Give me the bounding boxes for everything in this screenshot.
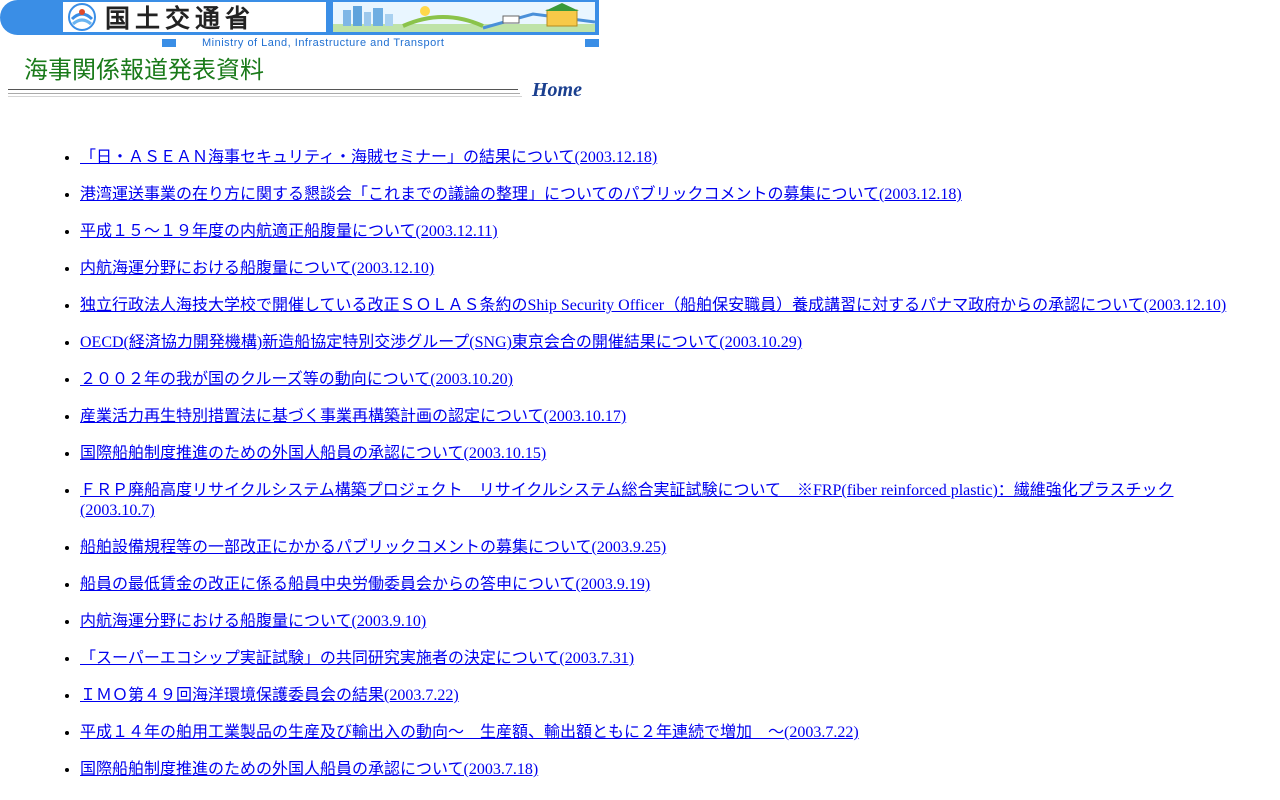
press-release-item: 船舶設備規程等の一部改正にかかるパブリックコメントの募集について(2003.9.… <box>80 538 1240 558</box>
title-rule-mid <box>8 93 520 94</box>
press-release-link[interactable]: 国際船舶制度推進のための外国人船員の承認について(2003.7.18) <box>80 761 538 778</box>
press-release-item: ＩＭＯ第４９回海洋環境保護委員会の結果(2003.7.22) <box>80 686 1240 706</box>
press-release-link[interactable]: 港湾運送事業の在り方に関する懇談会「これまでの議論の整理」についてのパブリックコ… <box>80 186 962 203</box>
press-release-item: 産業活力再生特別措置法に基づく事業再構築計画の認定について(2003.10.17… <box>80 407 1240 427</box>
press-release-item: 独立行政法人海技大学校で開催している改正ＳＯＬＡＳ条約のShip Securit… <box>80 296 1240 316</box>
ministry-english-name: Ministry of Land, Infrastructure and Tra… <box>202 37 445 49</box>
press-release-item: ２００２年の我が国のクルーズ等の動向について(2003.10.20) <box>80 370 1240 390</box>
press-release-item: OECD(経済協力開発機構)新造船協定特別交渉グループ(SNG)東京会合の開催結… <box>80 333 1240 353</box>
press-release-link[interactable]: 国際船舶制度推進のための外国人船員の承認について(2003.10.15) <box>80 445 546 462</box>
press-release-link[interactable]: 平成１４年の舶用工業製品の生産及び輸出入の動向～ 生産額、輸出額ともに２年連続で… <box>80 724 859 741</box>
press-release-link[interactable]: 内航海運分野における船腹量について(2003.12.10) <box>80 260 434 277</box>
press-release-item: 国際船舶制度推進のための外国人船員の承認について(2003.10.15) <box>80 444 1240 464</box>
press-release-link[interactable]: 内航海運分野における船腹量について(2003.9.10) <box>80 613 426 630</box>
city-landscape-illustration <box>333 2 595 32</box>
home-link[interactable]: Home <box>532 79 582 102</box>
press-release-link[interactable]: 産業活力再生特別措置法に基づく事業再構築計画の認定について(2003.10.17… <box>80 408 626 425</box>
title-rule-light <box>8 96 522 97</box>
ministry-logo: 国土交通省 <box>63 2 326 33</box>
page-title: 海事関係報道発表資料 <box>24 56 264 84</box>
press-release-item: 「スーパーエコシップ実証試験」の共同研究実施者の決定について(2003.7.31… <box>80 649 1240 669</box>
bar-square-right <box>585 39 599 47</box>
ministry-banner: 国土交通省 Ministry of Land, Infrastructure a… <box>0 0 600 52</box>
ministry-english-bar: Ministry of Land, Infrastructure and Tra… <box>162 37 599 50</box>
ministry-logo-text: 国土交通省 <box>105 4 256 33</box>
press-release-item: 国際船舶制度推進のための外国人船員の承認について(2003.7.18) <box>80 760 1240 780</box>
press-release-link[interactable]: 独立行政法人海技大学校で開催している改正ＳＯＬＡＳ条約のShip Securit… <box>80 297 1226 314</box>
press-release-list: 「日・ＡＳＥＡＮ海事セキュリティ・海賊セミナー」の結果について(2003.12.… <box>0 148 1240 797</box>
press-release-item: 「日・ＡＳＥＡＮ海事セキュリティ・海賊セミナー」の結果について(2003.12.… <box>80 148 1240 168</box>
press-release-link[interactable]: 船員の最低賃金の改正に係る船員中央労働委員会からの答申について(2003.9.1… <box>80 576 650 593</box>
press-release-item: 平成１４年の舶用工業製品の生産及び輸出入の動向～ 生産額、輸出額ともに２年連続で… <box>80 723 1240 743</box>
landscape-graphic <box>333 2 595 32</box>
press-release-item: ＦＲＰ廃船高度リサイクルシステム構築プロジェクト リサイクルシステム総合実証試験… <box>80 481 1240 521</box>
press-release-link[interactable]: ＩＭＯ第４９回海洋環境保護委員会の結果(2003.7.22) <box>80 687 459 704</box>
press-release-item: 港湾運送事業の在り方に関する懇談会「これまでの議論の整理」についてのパブリックコ… <box>80 185 1240 205</box>
press-release-link[interactable]: 「日・ＡＳＥＡＮ海事セキュリティ・海賊セミナー」の結果について(2003.12.… <box>80 149 657 166</box>
press-release-item: 船員の最低賃金の改正に係る船員中央労働委員会からの答申について(2003.9.1… <box>80 575 1240 595</box>
bar-square-left <box>162 39 176 47</box>
press-release-item: 平成１５～１９年度の内航適正船腹量について(2003.12.11) <box>80 222 1240 242</box>
press-release-item: 内航海運分野における船腹量について(2003.12.10) <box>80 259 1240 279</box>
press-release-link[interactable]: 船舶設備規程等の一部改正にかかるパブリックコメントの募集について(2003.9.… <box>80 539 666 556</box>
press-release-link[interactable]: OECD(経済協力開発機構)新造船協定特別交渉グループ(SNG)東京会合の開催結… <box>80 334 802 351</box>
press-release-link[interactable]: 平成１５～１９年度の内航適正船腹量について(2003.12.11) <box>80 223 498 240</box>
press-release-item: 内航海運分野における船腹量について(2003.9.10) <box>80 612 1240 632</box>
ministry-emblem-icon <box>68 3 96 31</box>
press-release-link[interactable]: ２００２年の我が国のクルーズ等の動向について(2003.10.20) <box>80 371 513 388</box>
press-release-link[interactable]: 「スーパーエコシップ実証試験」の共同研究実施者の決定について(2003.7.31… <box>80 650 634 667</box>
title-rule-dark <box>8 89 518 90</box>
press-release-link[interactable]: ＦＲＰ廃船高度リサイクルシステム構築プロジェクト リサイクルシステム総合実証試験… <box>80 482 1173 519</box>
